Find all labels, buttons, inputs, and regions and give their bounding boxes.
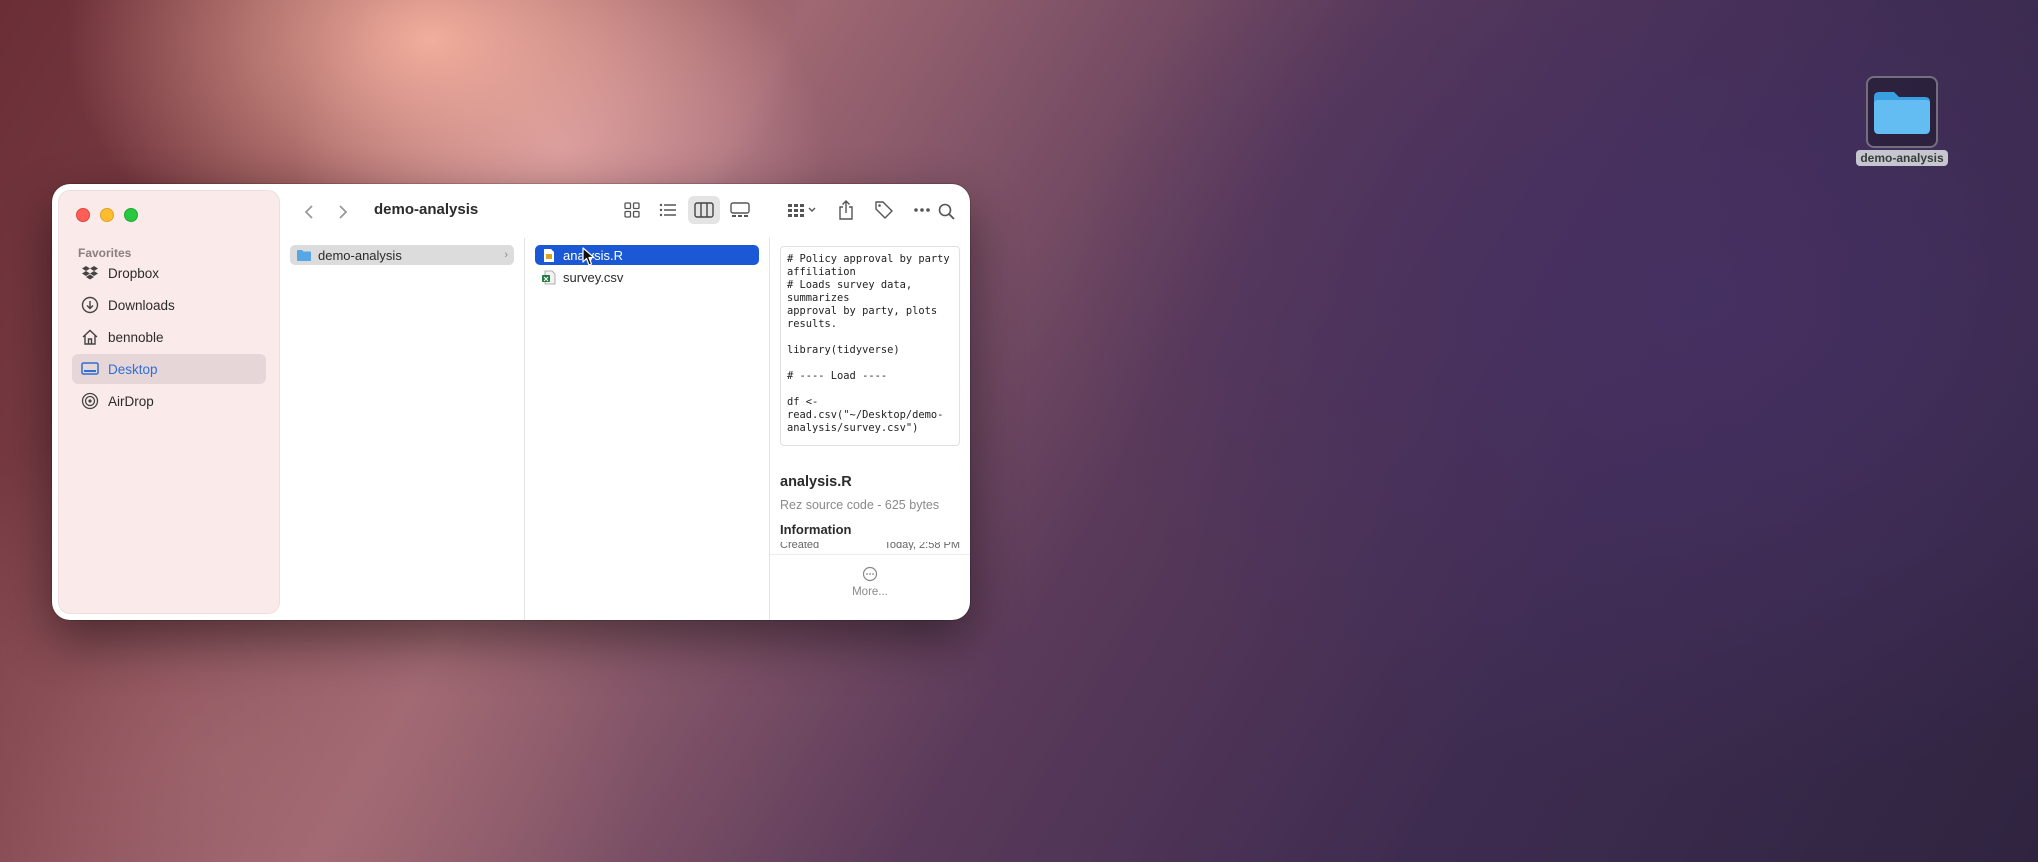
info-row-created: Created Today, 2:58 PM <box>780 542 960 550</box>
folder-icon <box>296 247 312 263</box>
sidebar-item-desktop[interactable]: Desktop <box>72 354 266 384</box>
search-button[interactable] <box>930 196 962 226</box>
column-view-button[interactable] <box>688 196 720 224</box>
sidebar-item-label: Downloads <box>108 297 175 313</box>
window-controls <box>76 208 138 222</box>
download-icon <box>80 295 100 315</box>
grid-icon <box>624 202 640 218</box>
folder-icon <box>1866 76 1938 148</box>
share-button[interactable] <box>830 196 862 224</box>
finder-window: Favorites Dropbox Downloads bennoble Des… <box>52 184 970 620</box>
preview-file-kind: Rez source code - 625 bytes <box>780 498 940 512</box>
list-item-label: demo-analysis <box>318 247 402 263</box>
gallery-icon <box>730 202 750 217</box>
search-icon <box>938 203 955 220</box>
group-icon <box>788 204 816 217</box>
column-1: demo-analysis › <box>280 238 525 620</box>
chevron-left-icon <box>304 205 313 219</box>
columns-icon <box>694 202 714 218</box>
column-2: analysis.R survey.csv <box>525 238 770 620</box>
code-preview: # Policy approval by party affiliation #… <box>787 253 950 434</box>
sidebar-item-label: Desktop <box>108 361 158 377</box>
view-switcher <box>616 196 756 224</box>
sidebar-item-home[interactable]: bennoble <box>72 322 266 352</box>
toolbar-actions <box>780 196 938 224</box>
ellipsis-circle-icon <box>862 566 878 582</box>
preview-pane: # Policy approval by party affiliation #… <box>770 238 970 620</box>
toolbar: demo-analysis <box>280 184 970 238</box>
share-icon <box>839 200 853 220</box>
sidebar-item-label: AirDrop <box>108 393 154 409</box>
desktop-icon <box>80 359 100 379</box>
info-value: Today, 2:58 PM <box>884 542 960 550</box>
back-button[interactable] <box>294 197 324 227</box>
sidebar-item-dropbox[interactable]: Dropbox <box>72 258 266 288</box>
r-file-icon <box>541 247 557 263</box>
list-item-folder[interactable]: demo-analysis › <box>290 245 514 265</box>
list-icon <box>659 203 676 217</box>
sidebar-item-label: bennoble <box>108 329 164 345</box>
chevron-right-icon <box>339 205 348 219</box>
close-button[interactable] <box>76 208 90 222</box>
ellipsis-icon <box>914 208 930 212</box>
more-label: More... <box>852 586 888 598</box>
mouse-cursor-icon <box>582 247 595 266</box>
zoom-button[interactable] <box>124 208 138 222</box>
list-item-analysis-r[interactable]: analysis.R <box>535 245 759 265</box>
list-view-button[interactable] <box>652 196 684 224</box>
gallery-view-button[interactable] <box>724 196 756 224</box>
preview-file-name: analysis.R <box>780 474 852 490</box>
divider <box>770 554 970 555</box>
sidebar-item-label: Dropbox <box>108 265 160 281</box>
chevron-right-icon: › <box>504 249 508 261</box>
forward-button[interactable] <box>328 197 358 227</box>
dropbox-icon <box>80 263 100 283</box>
sidebar: Favorites Dropbox Downloads bennoble Des… <box>58 190 280 614</box>
list-item-label: survey.csv <box>563 269 624 285</box>
desktop-folder-demo-analysis[interactable]: demo-analysis <box>1854 76 1950 172</box>
home-icon <box>80 327 100 347</box>
tags-button[interactable] <box>868 196 900 224</box>
group-by-button[interactable] <box>780 196 824 224</box>
info-key: Created <box>780 542 820 550</box>
window-title: demo-analysis <box>374 201 479 218</box>
tag-icon <box>875 201 893 219</box>
information-heading: Information <box>780 522 852 537</box>
sidebar-item-downloads[interactable]: Downloads <box>72 290 266 320</box>
file-preview[interactable]: # Policy approval by party affiliation #… <box>780 246 960 446</box>
list-item-survey-csv[interactable]: survey.csv <box>535 267 759 287</box>
airdrop-icon <box>80 391 100 411</box>
csv-file-icon <box>541 269 557 285</box>
more-button[interactable]: More... <box>770 566 970 598</box>
icon-view-button[interactable] <box>616 196 648 224</box>
desktop-folder-label: demo-analysis <box>1856 150 1948 166</box>
minimize-button[interactable] <box>100 208 114 222</box>
sidebar-item-airdrop[interactable]: AirDrop <box>72 386 266 416</box>
